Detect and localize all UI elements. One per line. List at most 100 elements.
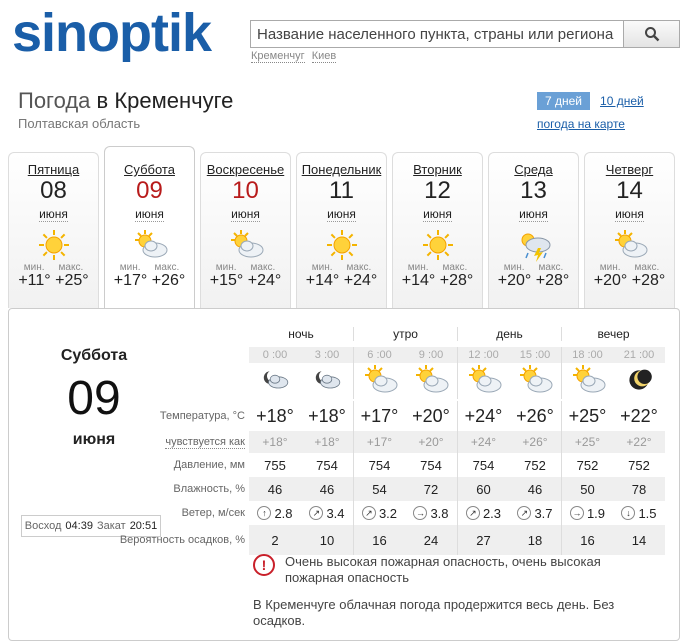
feels-cell: +24° bbox=[457, 431, 509, 453]
warning-text: Очень высокая пожарная опасность, очень … bbox=[285, 554, 601, 585]
min-temp: +11° bbox=[18, 272, 51, 289]
title-city: в Кременчуге bbox=[96, 88, 234, 113]
temps-cell: +20° bbox=[412, 405, 450, 426]
times-row: 0 :00 3 :00 6 :00 9 :00 12 :00 15 :00 18 :00 21… bbox=[9, 347, 681, 363]
site-logo[interactable]: sinoptik bbox=[12, 2, 212, 64]
recent-city-link[interactable]: Кременчуг bbox=[251, 50, 305, 63]
min-temp: +20° bbox=[593, 272, 628, 289]
icons-cell bbox=[457, 363, 509, 399]
search-button[interactable] bbox=[623, 21, 679, 47]
day-month: июня bbox=[231, 207, 260, 222]
pressure-cell: 752 bbox=[524, 457, 546, 473]
period-label: вечер bbox=[561, 327, 665, 341]
wind-cell: ↗ 3.2 bbox=[353, 501, 405, 525]
min-temp: +14° bbox=[401, 272, 436, 289]
day-month: июня bbox=[39, 207, 68, 222]
day-tab[interactable]: Воскресенье 10 июня мин. макс. +15° +24° bbox=[200, 152, 291, 308]
temps-cell: +25° bbox=[561, 401, 613, 431]
min-temp: +20° bbox=[497, 272, 532, 289]
days-tabs: Пятница 08 июня мин. макс. +11° +25° Суббота 09… bbox=[8, 146, 680, 310]
day-name: Суббота bbox=[124, 162, 175, 177]
day-tab[interactable]: Понедельник 11 июня мин. макс. +14° +24° bbox=[296, 152, 387, 308]
day-month: июня bbox=[615, 207, 644, 222]
sun-cloud-icon bbox=[360, 363, 400, 400]
logo-text: sinoptik bbox=[12, 3, 212, 63]
precip-row: Вероятность осадков, % 2 10 16 24 27 18 16 14 bbox=[9, 525, 681, 555]
sun-cloud-icon bbox=[464, 363, 504, 400]
period-10-days[interactable]: 10 дней bbox=[600, 92, 644, 110]
day-tab[interactable]: Четверг 14 июня мин. макс. +20° +28° bbox=[584, 152, 675, 308]
times-cell: 21 :00 bbox=[623, 349, 655, 361]
feels-cell: +22° bbox=[626, 435, 652, 449]
max-temp: +24° bbox=[343, 272, 378, 289]
feels-cell: +25° bbox=[561, 431, 613, 453]
day-tab[interactable]: Вторник 12 июня мин. макс. +14° +28° bbox=[392, 152, 483, 308]
pressure-cell: 754 bbox=[353, 453, 405, 477]
moon-icon bbox=[623, 366, 655, 397]
day-number: 12 bbox=[424, 177, 451, 204]
precip-cell: 16 bbox=[353, 525, 405, 555]
icons-row bbox=[9, 363, 681, 399]
wind-direction-icon: ↓ bbox=[621, 506, 636, 520]
pressure-row: Давление, мм 755 754 754 754 754 752 752 752 bbox=[9, 453, 681, 477]
weather-map-link[interactable]: погода на карте bbox=[537, 117, 625, 131]
periods-row: ночь утро день вечер bbox=[9, 323, 681, 345]
min-temp: +15° bbox=[209, 272, 244, 289]
times-cell: 9 :00 bbox=[418, 349, 444, 361]
feels-cell: +18° bbox=[314, 435, 340, 449]
precip-cell: 2 bbox=[271, 532, 279, 548]
sun-icon bbox=[34, 228, 74, 262]
wind-cell: ↗ 2.3 bbox=[457, 501, 509, 525]
times-cell: 3 :00 bbox=[314, 349, 340, 361]
max-temp: +25° bbox=[55, 272, 89, 289]
recent-city-link[interactable]: Киев bbox=[311, 50, 337, 63]
feels-cell: +20° bbox=[418, 435, 444, 449]
max-temp: +28° bbox=[535, 272, 570, 289]
wind-cell: → 3.8 bbox=[405, 501, 457, 525]
moon-cloud-icon bbox=[259, 366, 291, 397]
thunderstorm-icon bbox=[514, 228, 554, 262]
precip-cell: 27 bbox=[457, 525, 509, 555]
day-month: июня bbox=[135, 207, 164, 222]
day-tab[interactable]: Пятница 08 июня мин. макс. +11° +25° bbox=[8, 152, 99, 308]
day-tab[interactable]: Суббота 09 июня мин. макс. +17° +26° bbox=[104, 146, 195, 308]
icons-cell bbox=[301, 363, 353, 399]
max-temp: +28° bbox=[439, 272, 474, 289]
temps-cell: +22° bbox=[620, 405, 658, 426]
period-label: день bbox=[457, 327, 561, 341]
search-bar bbox=[250, 20, 680, 48]
sun-cloud-icon bbox=[610, 228, 650, 262]
fire-warning: ! Очень высокая пожарная опасность, очен… bbox=[253, 554, 653, 586]
pressure-cell: 752 bbox=[628, 457, 650, 473]
times-cell: 18 :00 bbox=[561, 347, 613, 363]
pressure-cell: 755 bbox=[264, 457, 286, 473]
day-name: Среда bbox=[514, 162, 553, 177]
day-tab[interactable]: Среда 13 июня мин. макс. +20° +28° bbox=[488, 152, 579, 308]
day-month: июня bbox=[519, 207, 548, 222]
day-month: июня bbox=[423, 207, 452, 222]
day-number: 11 bbox=[329, 177, 354, 204]
max-temp: +24° bbox=[247, 272, 282, 289]
temps-cell: +26° bbox=[516, 405, 554, 426]
wind-cell: ↑ 2.8 bbox=[249, 501, 301, 525]
max-temp: +28° bbox=[631, 272, 666, 289]
sun-cloud-icon bbox=[515, 363, 555, 400]
period-label: утро bbox=[353, 327, 457, 341]
search-icon bbox=[644, 27, 659, 42]
row-label: Температура, °C bbox=[159, 410, 245, 422]
sun-icon bbox=[418, 228, 458, 262]
pressure-cell: 752 bbox=[561, 453, 613, 477]
humidity-cell: 78 bbox=[631, 481, 647, 497]
wind-direction-icon: ↗ bbox=[361, 506, 376, 520]
day-number: 08 bbox=[40, 177, 67, 204]
feels-row: чувствуется как +18° +18° +17° +20° +24° +26° +… bbox=[9, 431, 681, 453]
precip-cell: 10 bbox=[319, 532, 335, 548]
precip-cell: 18 bbox=[527, 532, 543, 548]
period-7-days[interactable]: 7 дней bbox=[537, 92, 591, 110]
times-cell: 6 :00 bbox=[353, 347, 405, 363]
temps-cell: +17° bbox=[353, 401, 405, 431]
day-name: Пятница bbox=[27, 162, 80, 177]
wind-direction-icon: ↗ bbox=[517, 506, 532, 520]
search-input[interactable] bbox=[251, 21, 623, 47]
humidity-cell: 46 bbox=[527, 481, 543, 497]
